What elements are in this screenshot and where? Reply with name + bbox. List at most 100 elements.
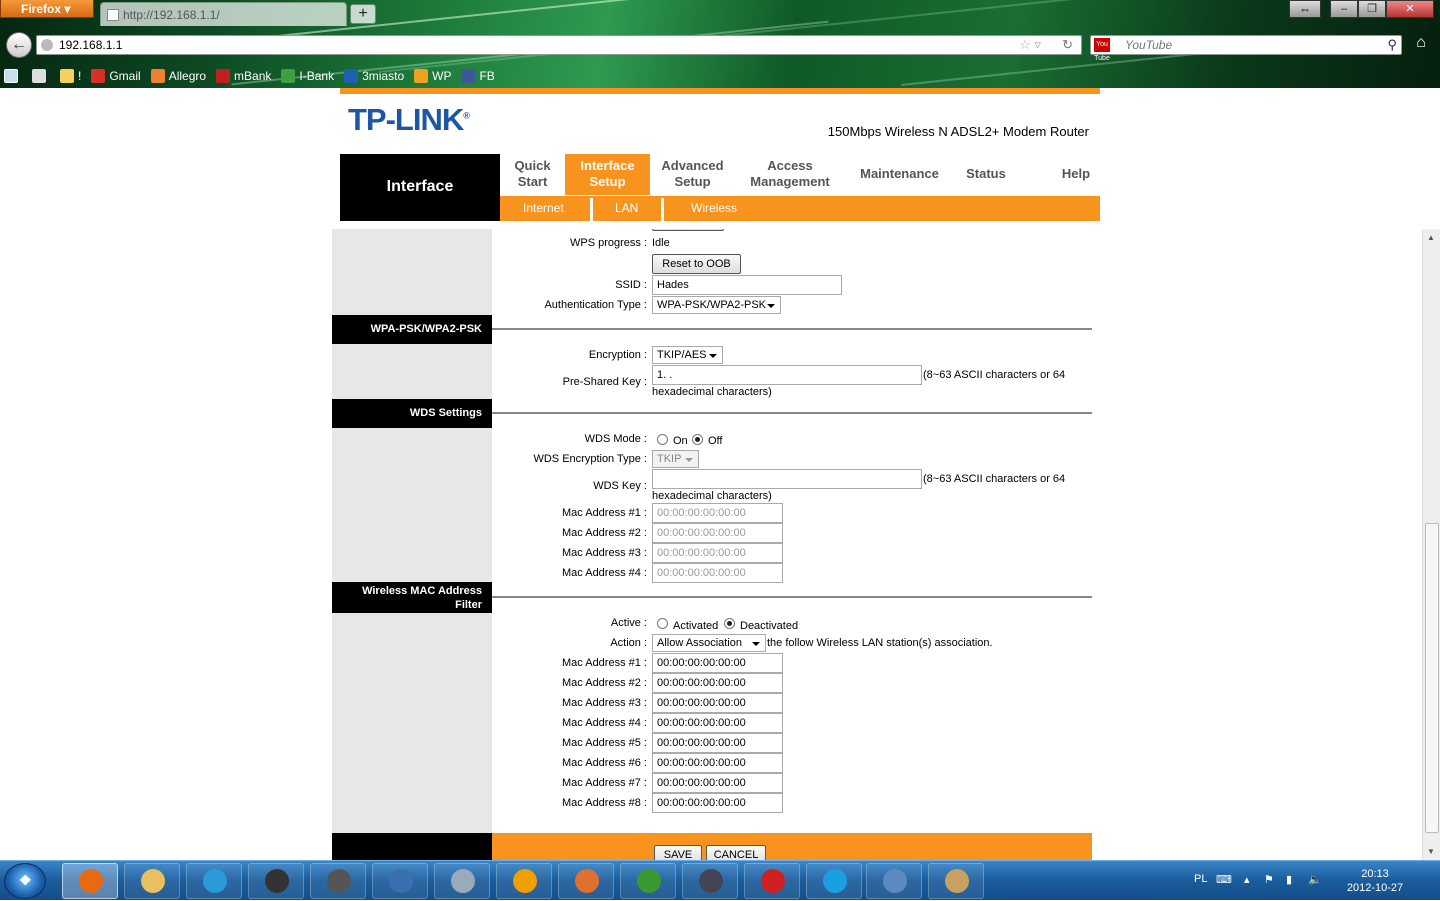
search-bar[interactable]: You Tube YouTube ⚲ <box>1090 35 1402 62</box>
browser-tab[interactable]: http://192.168.1.1/ <box>100 2 347 26</box>
wds-mac-input[interactable]: 00:00:00:00:00:00 <box>652 503 783 523</box>
scroll-down-icon[interactable]: ▼ <box>1427 847 1435 856</box>
taskbar-app-button[interactable] <box>682 863 738 899</box>
nav-maintenance[interactable]: Maintenance <box>852 154 947 195</box>
wds-encryption-select[interactable]: TKIP <box>652 450 699 468</box>
wds-mac-label: Mac Address #3 : <box>562 547 647 559</box>
wds-mode-label: WDS Mode : <box>584 433 647 445</box>
network-icon[interactable]: ▮ <box>1286 873 1292 886</box>
nav-status[interactable]: Status <box>958 154 1014 195</box>
close-button[interactable]: ✕ <box>1386 0 1434 18</box>
reload-icon[interactable]: ↻ <box>1062 37 1073 53</box>
scroll-up-icon[interactable]: ▲ <box>1427 233 1435 242</box>
minimize-button[interactable]: – <box>1330 0 1358 18</box>
filter-mac-label: Mac Address #2 : <box>562 677 647 689</box>
nav-interface-setup[interactable]: Interface Setup <box>565 154 650 195</box>
resize-icon[interactable]: ⇔ <box>1289 0 1321 18</box>
filter-mac-input[interactable]: 00:00:00:00:00:00 <box>652 713 783 733</box>
nav-quick-start[interactable]: Quick Start <box>500 154 565 195</box>
bookmark-3miasto[interactable]: 3miasto <box>340 69 404 83</box>
nav-advanced-setup[interactable]: Advanced Setup <box>650 154 735 195</box>
filter-mac-input[interactable]: 00:00:00:00:00:00 <box>652 793 783 813</box>
save-button[interactable]: SAVE <box>654 845 702 860</box>
page-icon[interactable] <box>0 69 22 83</box>
filter-mac-input[interactable]: 00:00:00:00:00:00 <box>652 653 783 673</box>
bookmark-gmail[interactable]: Gmail <box>87 69 141 83</box>
taskbar-app-button[interactable] <box>310 863 366 899</box>
auth-type-select[interactable]: WPA-PSK/WPA2-PSK <box>652 296 781 314</box>
volume-icon[interactable]: 🔈 <box>1308 873 1322 886</box>
bookmark-folder[interactable]: ! <box>56 69 81 83</box>
taskbar-app-button[interactable] <box>928 863 984 899</box>
filter-mac-input[interactable]: 00:00:00:00:00:00 <box>652 733 783 753</box>
wds-key-label: WDS Key : <box>593 480 647 492</box>
bookmark-ibank[interactable]: I-Bank <box>277 69 334 83</box>
rss-icon <box>414 69 429 83</box>
show-hidden-icons-icon[interactable]: ▴ <box>1244 873 1250 886</box>
paint-icon <box>945 869 969 893</box>
bookmark-fb[interactable]: FB <box>457 69 495 83</box>
activated-radio[interactable] <box>657 618 668 629</box>
bookmark-wp[interactable]: WP <box>410 69 451 83</box>
wds-key-input[interactable] <box>652 469 922 489</box>
action-suffix: the follow Wireless LAN station(s) assoc… <box>767 637 993 649</box>
taskbar-app-button[interactable] <box>744 863 800 899</box>
start-button[interactable]: ❖ <box>4 863 46 899</box>
action-select[interactable]: Allow Association <box>652 634 766 652</box>
taskbar-app-button[interactable] <box>248 863 304 899</box>
taskbar-app-button[interactable] <box>620 863 676 899</box>
maximize-button[interactable]: ❐ <box>1358 0 1386 18</box>
new-tab-button[interactable]: + <box>350 4 376 24</box>
search-icon[interactable]: ⚲ <box>1387 37 1397 53</box>
vertical-scrollbar[interactable]: ▲ ▼ <box>1422 229 1440 860</box>
youtube-engine-icon[interactable]: You Tube <box>1094 38 1110 62</box>
print-icon[interactable] <box>28 69 50 83</box>
nav-help[interactable]: Help <box>1052 154 1100 195</box>
url-bar[interactable]: 192.168.1.1 ☆ ▿ ↻ <box>36 35 1082 55</box>
filter-mac-label: Mac Address #3 : <box>562 697 647 709</box>
taskbar-app-button[interactable] <box>806 863 862 899</box>
action-center-icon[interactable]: ⚑ <box>1264 873 1274 886</box>
bookmark-mbank[interactable]: mBank <box>212 69 271 83</box>
wds-mac-input[interactable]: 00:00:00:00:00:00 <box>652 523 783 543</box>
home-icon[interactable]: ⌂ <box>1410 34 1432 56</box>
filter-mac-input[interactable]: 00:00:00:00:00:00 <box>652 753 783 773</box>
back-button[interactable]: ← <box>6 32 32 58</box>
cancel-button[interactable]: CANCEL <box>706 845 766 860</box>
encryption-select[interactable]: TKIP/AES <box>652 346 723 364</box>
sub-nav: Internet LAN Wireless <box>500 196 1100 221</box>
subnav-internet[interactable]: Internet <box>523 196 564 221</box>
nav-access-management[interactable]: Access Management <box>740 154 840 195</box>
subnav-lan[interactable]: LAN <box>615 196 638 221</box>
psk-input[interactable]: 1. . <box>652 365 922 385</box>
clock[interactable]: 20:13 2012-10-27 <box>1340 867 1410 895</box>
bookmark-star-icon[interactable]: ☆ ▿ <box>1019 37 1041 53</box>
ssid-input[interactable]: Hades <box>652 275 842 295</box>
wds-off-radio[interactable] <box>692 434 703 445</box>
firefox-menu-button[interactable]: Firefox ▾ <box>0 0 94 18</box>
taskbar-app-button[interactable] <box>186 863 242 899</box>
taskbar-app-button[interactable] <box>62 863 118 899</box>
bookmark-allegro[interactable]: Allegro <box>147 69 206 83</box>
taskbar-app-button[interactable] <box>558 863 614 899</box>
taskbar-app-button[interactable] <box>434 863 490 899</box>
taskbar-app-button[interactable] <box>372 863 428 899</box>
wds-mac-input[interactable]: 00:00:00:00:00:00 <box>652 543 783 563</box>
taskbar-app-button[interactable] <box>124 863 180 899</box>
reset-oob-button[interactable]: Reset to OOB <box>652 254 741 274</box>
wds-on-radio[interactable] <box>657 434 668 445</box>
scrollbar-thumb[interactable] <box>1425 523 1439 833</box>
subnav-wireless[interactable]: Wireless <box>691 196 737 221</box>
filter-mac-input[interactable]: 00:00:00:00:00:00 <box>652 673 783 693</box>
wpa-section-header: WPA-PSK/WPA2-PSK <box>332 315 492 344</box>
taskbar-app-button[interactable] <box>496 863 552 899</box>
taskbar-app-button[interactable] <box>866 863 922 899</box>
filter-mac-input[interactable]: 00:00:00:00:00:00 <box>652 773 783 793</box>
wps-start-button[interactable] <box>652 229 724 231</box>
filter-mac-input[interactable]: 00:00:00:00:00:00 <box>652 693 783 713</box>
keyboard-icon[interactable]: ⌨ <box>1216 873 1232 886</box>
tab-title: http://192.168.1.1/ <box>123 8 220 22</box>
wds-mac-input[interactable]: 00:00:00:00:00:00 <box>652 563 783 583</box>
language-indicator[interactable]: PL <box>1194 873 1207 885</box>
deactivated-radio[interactable] <box>724 618 735 629</box>
